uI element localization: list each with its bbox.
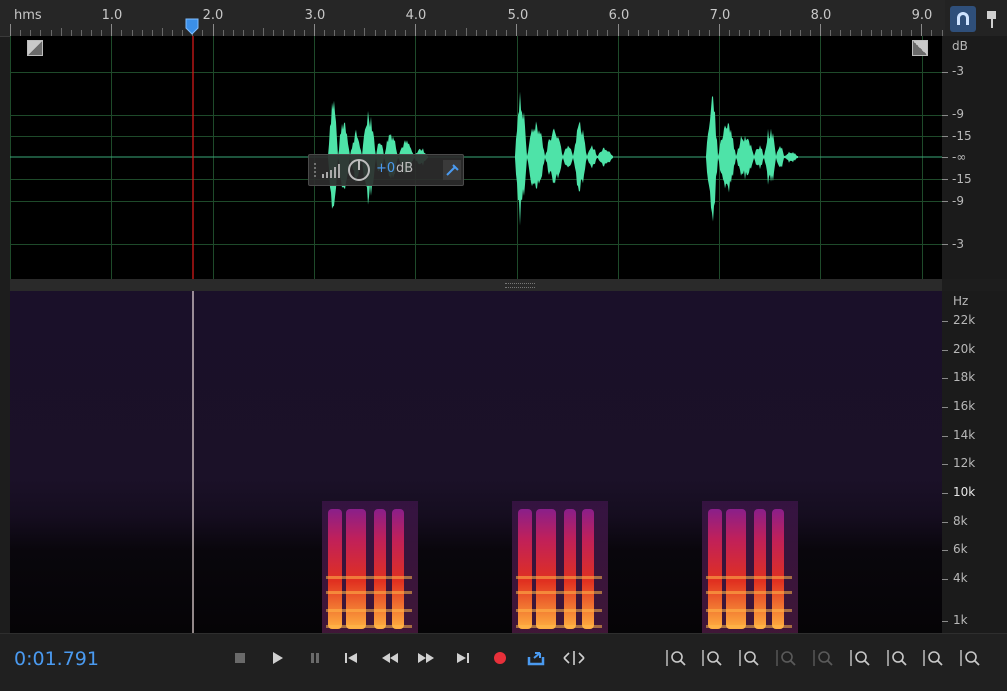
stop-button[interactable] — [227, 644, 253, 672]
zoom-in-left-button[interactable] — [847, 644, 873, 672]
ruler-tick-label: 7.0 — [709, 8, 731, 23]
hz-label: 22k — [953, 313, 976, 327]
ruler-tick-label: 1.0 — [101, 8, 123, 23]
pin-hud-icon[interactable] — [443, 160, 461, 180]
hz-label: 14k — [953, 428, 976, 442]
gain-hud[interactable]: +0 dB — [308, 154, 464, 186]
ruler-tick-label: 4.0 — [405, 8, 427, 23]
hz-label: 20k — [953, 342, 976, 356]
zoom-selection-icon — [813, 650, 833, 666]
hz-label: 12k — [953, 456, 976, 470]
gain-value[interactable]: +0 — [376, 161, 395, 176]
fast-forward-button[interactable] — [413, 644, 439, 672]
fade-out-handle-icon[interactable] — [912, 40, 928, 56]
hz-label: 16k — [953, 399, 976, 413]
go-to-end-icon — [457, 653, 469, 663]
hz-label: 6k — [953, 542, 968, 556]
spectral-frequency-display[interactable] — [10, 291, 942, 633]
zoom-out-both-icon — [923, 650, 943, 666]
zoom-out-full-icon — [776, 650, 796, 666]
zoom-in-time-button[interactable] — [736, 644, 762, 672]
zoom-in-left-icon — [850, 650, 870, 666]
time-ruler[interactable]: hms 1.0 2.0 3.0 4.0 5.0 6.0 7.0 8.0 9.0 — [0, 0, 953, 37]
rewind-button[interactable] — [377, 644, 403, 672]
zoom-out-both-button[interactable] — [920, 644, 946, 672]
waveform-display — [10, 36, 942, 279]
timecode-display[interactable]: 0:01.791 — [14, 648, 99, 670]
db-label: -3 — [952, 64, 964, 78]
db-label: -15 — [952, 172, 972, 186]
go-to-start-icon — [345, 653, 357, 663]
zoom-in-right-button[interactable] — [884, 644, 910, 672]
ruler-unit-label: hms — [14, 8, 42, 23]
zoom-out-amplitude-icon — [702, 650, 722, 666]
zoom-in-amplitude-button[interactable] — [663, 644, 689, 672]
hz-label: 8k — [953, 514, 968, 528]
play-button[interactable] — [264, 644, 290, 672]
ruler-tick-label: 5.0 — [507, 8, 529, 23]
db-label: -9 — [952, 107, 964, 121]
zoom-in-right-icon — [887, 650, 907, 666]
zoom-out-amplitude-button[interactable] — [699, 644, 725, 672]
play-icon — [273, 652, 283, 664]
rewind-icon — [382, 653, 398, 663]
skip-selection-button[interactable] — [561, 644, 587, 672]
go-to-end-button[interactable] — [450, 644, 476, 672]
ruler-tick-label: 8.0 — [810, 8, 832, 23]
ruler-tick-label: 2.0 — [202, 8, 224, 23]
hz-unit-label: Hz — [953, 294, 969, 308]
stop-icon — [235, 653, 245, 663]
zoom-in-amplitude-icon — [666, 650, 686, 666]
hz-label: 18k — [953, 370, 976, 384]
pause-icon — [311, 653, 319, 663]
zoom-reset-icon — [960, 650, 980, 666]
zoom-reset-button[interactable] — [957, 644, 983, 672]
db-label: -15 — [952, 129, 972, 143]
fade-in-handle-icon[interactable] — [27, 40, 43, 56]
db-label: -3 — [952, 237, 964, 251]
playhead-marker-icon[interactable] — [185, 18, 199, 36]
zoom-in-time-icon — [739, 650, 759, 666]
go-to-start-button[interactable] — [338, 644, 364, 672]
transport-bar: 0:01.791 — [0, 633, 1007, 691]
db-label: -9 — [952, 194, 964, 208]
splitter-grip-icon[interactable] — [505, 283, 535, 288]
pin-icon — [987, 11, 996, 28]
pause-button[interactable] — [302, 644, 328, 672]
drag-grip-icon[interactable] — [312, 161, 318, 179]
waveform-editor[interactable] — [10, 36, 942, 279]
zoom-out-full-button[interactable] — [773, 644, 799, 672]
ruler-tick-label: 6.0 — [608, 8, 630, 23]
hz-label: 1k — [953, 613, 968, 627]
magnet-icon — [957, 12, 969, 25]
gain-knob-icon[interactable] — [347, 158, 371, 182]
hz-label: 4k — [953, 571, 968, 585]
fast-forward-icon — [418, 653, 434, 663]
loop-playback-button[interactable] — [524, 644, 550, 672]
level-meter-icon — [322, 164, 340, 178]
pin-button[interactable] — [982, 6, 1002, 32]
record-button[interactable] — [487, 644, 513, 672]
gain-unit: dB — [396, 161, 414, 176]
snap-toggle-button[interactable] — [950, 6, 976, 32]
db-label: -∞ — [952, 150, 967, 164]
spectrogram — [192, 291, 798, 633]
ruler-tick-label: 9.0 — [911, 8, 933, 23]
zoom-selection-button[interactable] — [810, 644, 836, 672]
loop-icon — [527, 652, 545, 666]
ruler-tick-label: 3.0 — [304, 8, 326, 23]
record-icon — [494, 652, 506, 664]
skip-selection-icon — [563, 651, 585, 665]
panel-splitter[interactable] — [10, 279, 942, 291]
hz-label: 10k — [953, 485, 976, 499]
db-unit-label: dB — [952, 39, 968, 53]
frequency-scale[interactable]: Hz 22k 20k 18k 16k 14k 12k 10k 8k 6k 4k … — [942, 291, 1007, 633]
amplitude-scale[interactable]: dB -3 -9 -15 -∞ -15 -9 -3 — [942, 36, 1007, 279]
